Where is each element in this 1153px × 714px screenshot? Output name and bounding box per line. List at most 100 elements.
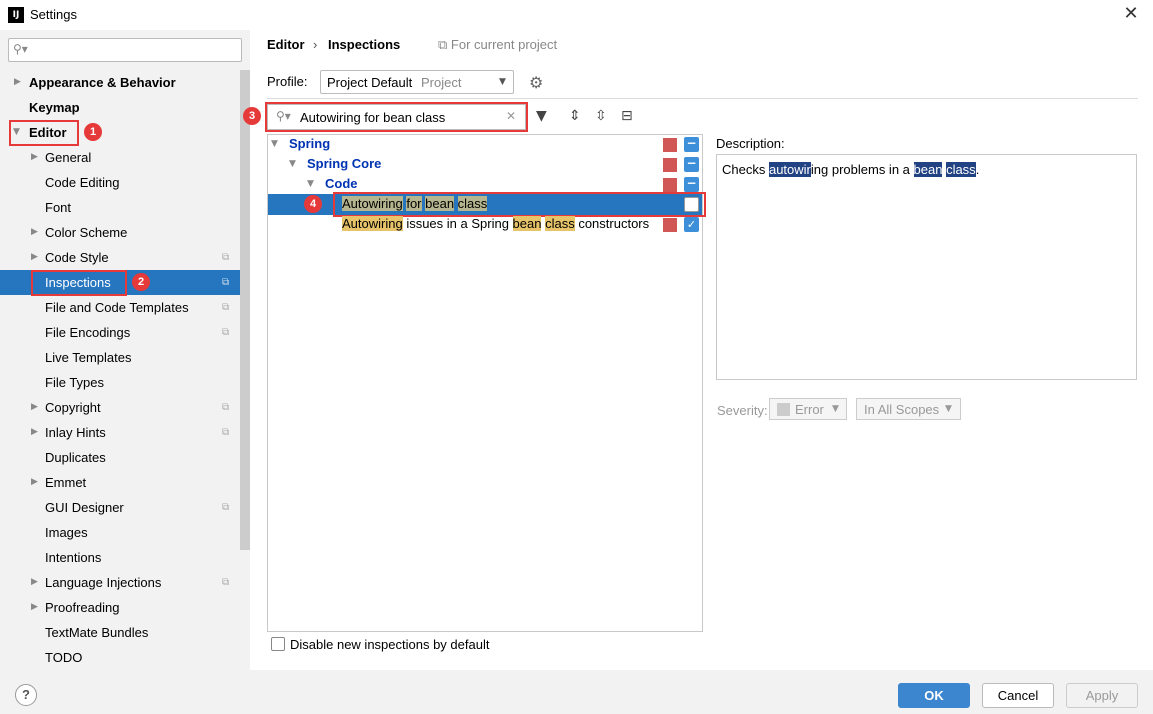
chevron-right-icon[interactable]: ▶ [31, 602, 38, 612]
sidebar-item-todo[interactable]: TODO [45, 645, 82, 670]
chevron-right-icon[interactable]: ▶ [31, 402, 38, 412]
project-scope-icon: ⧉ [222, 402, 230, 413]
sidebar-item-inlay-hints[interactable]: Inlay Hints [45, 420, 106, 445]
tree-node-spring[interactable]: Spring [289, 134, 330, 154]
chevron-right-icon[interactable]: ▶ [31, 152, 38, 162]
reset-icon[interactable]: ⊟ [621, 108, 633, 124]
sidebar-item-language-injections[interactable]: Language Injections [45, 570, 161, 595]
tree-node-code[interactable]: Code [325, 174, 358, 194]
inspection-row-autowiring-constructors[interactable]: Autowiring issues in a Spring bean class… [342, 214, 649, 234]
sidebar-item-color-scheme[interactable]: Color Scheme [45, 220, 127, 245]
title-bar [0, 0, 1153, 30]
settings-search-input[interactable]: ⚲▾ [8, 38, 242, 62]
chevron-right-icon[interactable]: ▶ [31, 477, 38, 487]
chevron-right-icon[interactable]: ▶ [31, 427, 38, 437]
tree-node-spring-core[interactable]: Spring Core [307, 154, 381, 174]
inspection-checkbox-autowiring-constructors[interactable]: ✓ [684, 217, 699, 232]
sidebar-item-duplicates[interactable]: Duplicates [45, 445, 106, 470]
severity-dropdown[interactable]: Error ▼ [769, 398, 847, 420]
annotation-badge-1: 1 [84, 123, 102, 141]
sidebar-item-code-style[interactable]: Code Style [45, 245, 109, 270]
row-text: issues in a Spring [402, 216, 513, 231]
highlight-word: Autowiring [342, 216, 403, 231]
disable-new-inspections-checkbox[interactable] [271, 637, 285, 651]
annotation-box-editor [9, 120, 79, 146]
cancel-button[interactable]: Cancel [982, 683, 1054, 708]
group-checkbox-code[interactable]: − [684, 177, 699, 192]
project-scope-icon: ⧉ [222, 327, 230, 338]
highlight-word: class [545, 216, 575, 231]
chevron-right-icon[interactable]: ▶ [31, 227, 38, 237]
search-icon: ⚲▾ [13, 42, 28, 56]
chevron-down-icon: ▼ [945, 404, 952, 414]
expand-all-icon[interactable]: ⇕ [569, 108, 581, 124]
project-scope-icon: ⧉ [222, 277, 230, 288]
desc-part: Checks [722, 162, 769, 177]
sidebar-item-images[interactable]: Images [45, 520, 88, 545]
profile-dropdown[interactable]: Project Default Project ▼ [320, 70, 514, 94]
sidebar-item-font[interactable]: Font [45, 195, 71, 220]
sidebar-item-keymap[interactable]: Keymap [29, 95, 80, 120]
chevron-down-icon[interactable]: ▼ [289, 159, 296, 169]
severity-label: Severity: [717, 403, 768, 418]
collapse-all-icon[interactable]: ⇳ [595, 108, 607, 124]
severity-error-icon [663, 218, 677, 232]
breadcrumb-separator: › [313, 37, 318, 52]
group-checkbox-spring-core[interactable]: − [684, 157, 699, 172]
scope-dropdown[interactable]: In All Scopes ▼ [856, 398, 961, 420]
sidebar-item-gui-designer[interactable]: GUI Designer [45, 495, 124, 520]
highlight-word: bean [512, 216, 542, 231]
desc-part: . [975, 162, 980, 177]
chevron-right-icon[interactable]: ▶ [14, 77, 21, 87]
annotation-badge-4: 4 [304, 195, 322, 213]
gear-icon[interactable]: ⚙ [529, 73, 543, 92]
severity-error-icon [663, 138, 677, 152]
sidebar-item-file-types[interactable]: File Types [45, 370, 104, 395]
chevron-down-icon[interactable]: ▼ [271, 139, 278, 149]
annotation-badge-3: 3 [243, 107, 261, 125]
desc-highlight: class [946, 162, 976, 177]
profile-value: Project Default [327, 75, 413, 90]
sidebar-item-live-templates[interactable]: Live Templates [45, 345, 131, 370]
annotation-badge-2: 2 [132, 273, 150, 291]
sidebar-item-code-editing[interactable]: Code Editing [45, 170, 119, 195]
chevron-right-icon[interactable]: ▶ [31, 577, 38, 587]
disable-new-inspections-label[interactable]: Disable new inspections by default [290, 637, 489, 652]
chevron-right-icon[interactable]: ▶ [31, 252, 38, 262]
project-scope-icon: ⧉ [222, 427, 230, 438]
project-scope-icon: ⧉ [222, 302, 230, 313]
desc-part: ing problems in a [810, 162, 914, 177]
apply-button[interactable]: Apply [1066, 683, 1138, 708]
group-checkbox-spring[interactable]: − [684, 137, 699, 152]
sidebar-scrollbar[interactable] [240, 70, 250, 550]
sidebar-item-proofreading[interactable]: Proofreading [45, 595, 119, 620]
description-text: Checks autowiring problems in a bean cla… [722, 162, 979, 177]
sidebar-item-file-encodings[interactable]: File Encodings [45, 320, 130, 345]
sidebar-item-emmet[interactable]: Emmet [45, 470, 86, 495]
sidebar-item-general[interactable]: General [45, 145, 91, 170]
chevron-down-icon: ▼ [499, 77, 506, 87]
for-current-project-text: For current project [450, 37, 558, 52]
severity-value: Error [795, 402, 824, 417]
breadcrumb-inspections: Inspections [328, 37, 401, 52]
dialog-footer [0, 670, 1153, 714]
profile-label: Profile: [267, 74, 308, 89]
filter-icon[interactable]: ▼ [536, 108, 547, 124]
sidebar-item-textmate-bundles[interactable]: TextMate Bundles [45, 620, 148, 645]
ok-button[interactable]: OK [898, 683, 970, 708]
sidebar-item-intentions[interactable]: Intentions [45, 545, 101, 570]
desc-highlight: bean [913, 162, 943, 177]
close-icon[interactable]: ✕ [1120, 3, 1142, 25]
help-button[interactable]: ? [15, 684, 37, 706]
scope-value: In All Scopes [864, 402, 940, 417]
sidebar-item-appearance[interactable]: Appearance & Behavior [29, 70, 176, 95]
project-scope-icon: ⧉ [222, 502, 230, 513]
description-panel: Checks autowiring problems in a bean cla… [716, 154, 1137, 380]
chevron-down-icon[interactable]: ▼ [307, 179, 314, 189]
row-text: constructors [574, 216, 650, 231]
sidebar-item-file-code-templates[interactable]: File and Code Templates [45, 295, 189, 320]
severity-error-icon [663, 158, 677, 172]
project-scope-icon: ⧉ [438, 37, 451, 52]
app-icon: IJ [8, 7, 24, 23]
sidebar-item-copyright[interactable]: Copyright [45, 395, 101, 420]
